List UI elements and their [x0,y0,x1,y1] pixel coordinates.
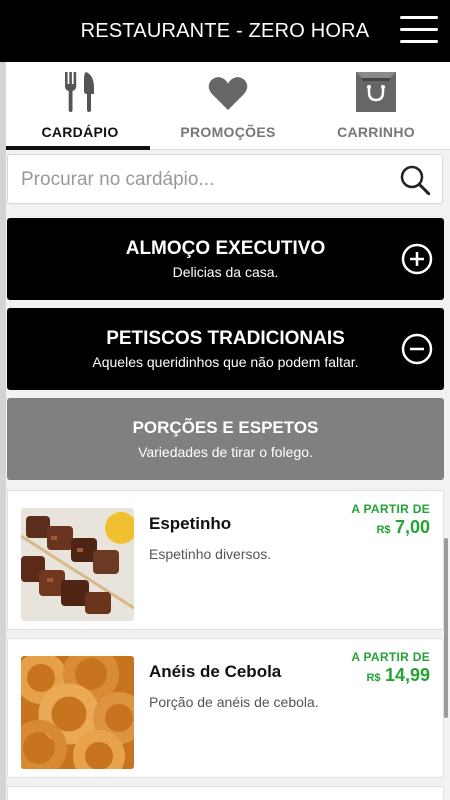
search-bar [7,154,443,204]
currency-symbol: R$ [366,672,381,684]
price-value: 14,99 [384,665,430,685]
item-price: R$ 7,00 [376,517,430,538]
item-description: Espetinho diversos. [149,546,272,562]
search-icon[interactable] [400,165,431,200]
tab-label: CARDÁPIO [41,124,119,140]
category-porcoes-e-espetos[interactable]: PORÇÕES E ESPETOS Variedades de tirar o … [7,398,444,480]
currency-symbol: R$ [376,524,391,536]
main-content: CARDÁPIO PROMOÇÕES CARRINHO Procurar no … [6,62,450,800]
category-title: ALMOÇO EXECUTIVO [125,238,326,259]
category-almoco-executivo[interactable]: ALMOÇO EXECUTIVO Delicias da casa. [7,218,444,300]
plus-circle-icon[interactable] [401,243,433,280]
hamburger-menu-icon[interactable] [400,16,438,46]
tab-carrinho[interactable]: CARRINHO [302,62,450,150]
tab-bar: CARDÁPIO PROMOÇÕES CARRINHO [6,62,450,150]
active-tab-indicator [6,146,150,150]
item-price: R$ 14,99 [366,665,430,686]
category-subtitle: Aqueles queridinhos que não podem faltar… [92,354,359,370]
price-value: 7,00 [394,517,430,537]
price-from-label: A PARTIR DE [351,650,430,664]
category-title: PETISCOS TRADICIONAIS [106,328,345,349]
item-name: Anéis de Cebola [149,662,282,681]
tab-label: PROMOÇÕES [180,124,276,140]
menu-item-aneis-de-cebola[interactable]: Anéis de Cebola Porção de anéis de cebol… [7,638,444,778]
item-description: Porção de anéis de cebola. [149,694,319,710]
espetinho-photo [21,508,134,621]
tab-promocoes[interactable]: PROMOÇÕES [154,62,302,150]
category-petiscos-tradicionais[interactable]: PETISCOS TRADICIONAIS Aqueles queridinho… [7,308,444,390]
search-input[interactable] [21,167,381,193]
app-title: RESTAURANTE - ZERO HORA [80,20,370,42]
category-title: PORÇÕES E ESPETOS [132,418,319,437]
scrollbar[interactable] [444,538,448,718]
price-from-label: A PARTIR DE [351,502,430,516]
tab-cardapio[interactable]: CARDÁPIO [6,62,154,150]
aneis-de-cebola-photo [21,656,134,769]
menu-item-partial[interactable] [7,786,444,800]
item-name: Espetinho [149,514,232,533]
heart-icon [208,76,248,115]
shopping-bag-icon [356,72,396,117]
tab-label: CARRINHO [337,124,415,140]
category-subtitle: Variedades de tirar o folego. [138,444,313,460]
category-subtitle: Delicias da casa. [172,264,279,280]
fork-knife-icon [65,72,95,117]
menu-item-espetinho[interactable]: Espetinho Espetinho diversos. A PARTIR D… [7,490,444,630]
minus-circle-icon[interactable] [401,333,433,370]
app-header: RESTAURANTE - ZERO HORA [0,0,450,62]
